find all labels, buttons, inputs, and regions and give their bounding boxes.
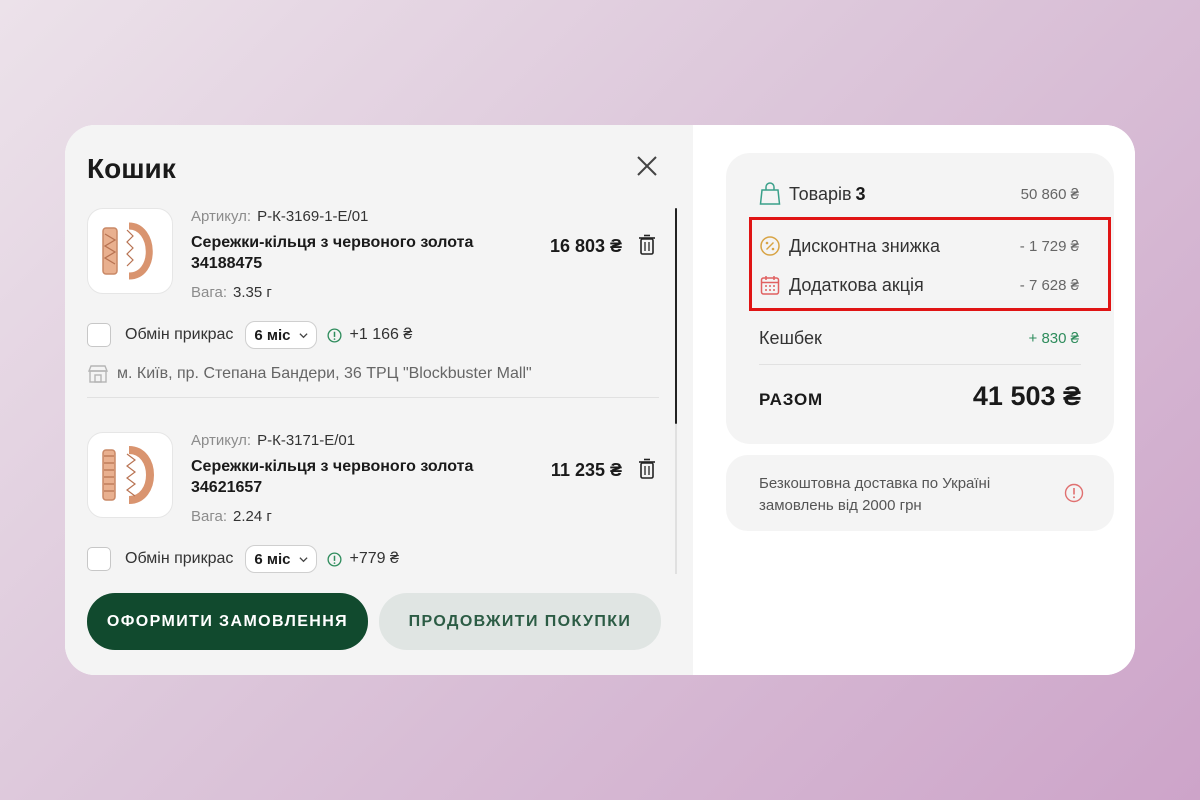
earring-image <box>102 446 154 504</box>
close-icon[interactable] <box>631 150 663 182</box>
exchange-row: Обмін прикрас 6 міс +1 166 ₴ <box>87 320 412 350</box>
store-address-text: м. Київ, пр. Степана Бандери, 36 ТРЦ "Bl… <box>117 365 532 382</box>
product-image[interactable] <box>87 432 173 518</box>
article: Артикул: Р-К-3171-Е/01 <box>191 432 355 449</box>
exchange-checkbox[interactable] <box>87 323 111 347</box>
scrollbar-track[interactable] <box>675 424 677 574</box>
discount-percent-icon <box>760 236 780 256</box>
weight: Вага: 2.24 г <box>191 508 272 525</box>
shopping-bag-icon <box>759 182 781 205</box>
exchange-price: +1 166 ₴ <box>349 326 413 343</box>
article: Артикул: Р-К-3169-1-Е/01 <box>191 208 368 225</box>
goods-label: Товарів 3 <box>789 184 866 205</box>
total-value: 41 503 ₴ <box>972 381 1081 411</box>
exchange-period-value: 6 міс <box>254 326 291 344</box>
article-label: Артикул: <box>191 208 252 225</box>
store-icon <box>87 365 109 383</box>
exchange-period-select[interactable]: 6 міс <box>245 321 317 349</box>
article-value: Р-К-3171-Е/01 <box>257 432 356 449</box>
cart-panel: Кошик Артикул: Р-К-3169-1-Е/01 Сережки-кі… <box>65 125 693 675</box>
product-price: 16 803 ₴ <box>549 236 622 256</box>
promo-label: Додаткова акція <box>789 274 924 295</box>
trash-icon[interactable] <box>638 458 656 480</box>
earring-image <box>102 222 153 280</box>
cashback-label: Кешбек <box>759 327 822 348</box>
calendar-icon <box>760 276 780 295</box>
cashback-row: Кешбек + 830 ₴ <box>759 325 1079 351</box>
cart-modal: Кошик Артикул: Р-К-3169-1-Е/01 Сережки-кі… <box>65 125 1135 675</box>
weight-value: 3.35 г <box>233 284 272 301</box>
exchange-price: +779 ₴ <box>349 550 399 567</box>
goods-count: 3 <box>855 183 866 204</box>
goods-value: 50 860 ₴ <box>1020 185 1079 203</box>
weight-value: 2.24 г <box>233 508 272 525</box>
store-address: м. Київ, пр. Степана Бандери, 36 ТРЦ "Bl… <box>87 364 532 384</box>
weight-label: Вага: <box>191 508 227 525</box>
promo-value: - 7 628 ₴ <box>1019 276 1079 294</box>
summary-divider <box>759 364 1081 365</box>
product-name[interactable]: Сережки-кільця з червоного золота 341884… <box>191 232 491 274</box>
delivery-text: Безкоштовна доставка по Україні замовлен… <box>759 475 991 514</box>
weight: Вага: 3.35 г <box>191 284 272 301</box>
exchange-label: Обмін прикрас <box>125 550 234 567</box>
product-name[interactable]: Сережки-кільця з червоного золота 346216… <box>191 456 491 498</box>
chevron-down-icon <box>298 556 308 562</box>
summary-panel: Товарів 3 50 860 ₴ Дисконтна знижка - 1 7… <box>693 125 1135 675</box>
info-icon[interactable] <box>326 551 342 567</box>
exchange-checkbox[interactable] <box>87 547 111 571</box>
discount-row: Дисконтна знижка - 1 729 ₴ <box>759 233 1079 259</box>
total-label: РАЗОМ <box>759 390 823 409</box>
trash-icon[interactable] <box>638 234 656 256</box>
product-price: 11 235 ₴ <box>550 460 622 480</box>
order-summary-card: Товарів 3 50 860 ₴ Дисконтна знижка - 1 7… <box>726 153 1114 444</box>
continue-shopping-button[interactable]: ПРОДОВЖИТИ ПОКУПКИ <box>379 593 661 650</box>
delivery-info-card: Безкоштовна доставка по Україні замовлен… <box>726 455 1114 531</box>
chevron-down-icon <box>298 332 308 338</box>
exchange-period-value: 6 міс <box>254 550 291 568</box>
cashback-value: + 830 ₴ <box>1028 329 1079 347</box>
alert-icon[interactable] <box>1064 483 1084 503</box>
exchange-label: Обмін прикрас <box>125 326 234 343</box>
checkout-button[interactable]: ОФОРМИТИ ЗАМОВЛЕННЯ <box>87 593 368 650</box>
product-image[interactable] <box>87 208 173 294</box>
item-divider <box>87 397 659 398</box>
goods-row: Товарів 3 50 860 ₴ <box>759 181 1079 207</box>
exchange-row: Обмін прикрас 6 міс +779 ₴ <box>87 544 399 574</box>
info-icon[interactable] <box>326 327 342 343</box>
scrollbar-thumb[interactable] <box>675 208 677 424</box>
article-value: Р-К-3169-1-Е/01 <box>257 208 369 225</box>
weight-label: Вага: <box>191 284 227 301</box>
discount-value: - 1 729 ₴ <box>1019 237 1079 255</box>
article-label: Артикул: <box>191 432 252 449</box>
discount-label: Дисконтна знижка <box>789 235 941 256</box>
exchange-period-select[interactable]: 6 міс <box>245 545 317 573</box>
cart-title: Кошик <box>87 153 176 184</box>
goods-label-text: Товарів <box>789 183 852 204</box>
promo-row: Додаткова акція - 7 628 ₴ <box>759 272 1079 298</box>
